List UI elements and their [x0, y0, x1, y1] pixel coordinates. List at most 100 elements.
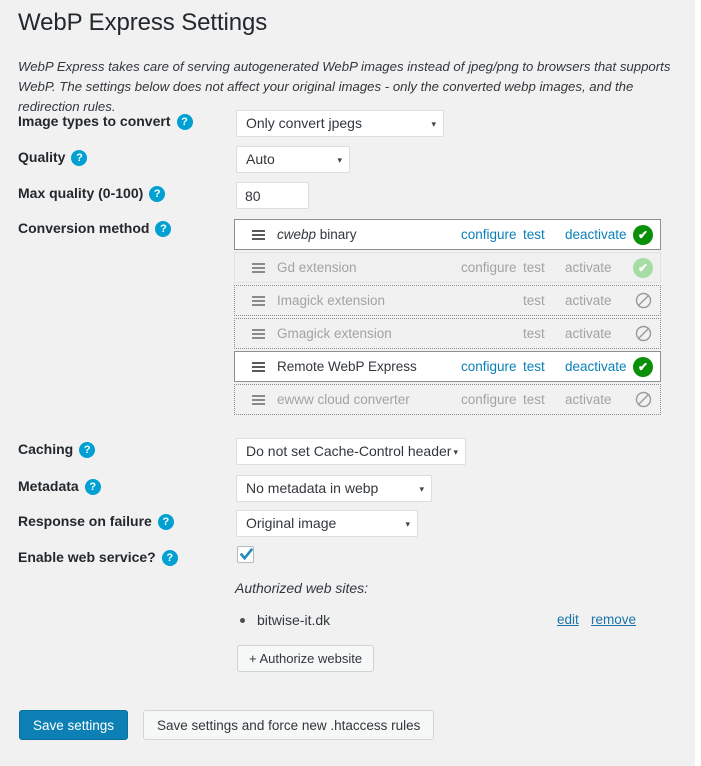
input-max-quality[interactable]: [236, 182, 309, 209]
page-right-gutter: [695, 0, 701, 766]
label-caching: Caching?: [18, 441, 96, 458]
activate-link: activate: [565, 293, 612, 308]
conversion-method-actions: test activate: [461, 319, 630, 348]
authorized-site-name: bitwise-it.dk: [257, 612, 331, 628]
label-response-on-failure-text: Response on failure: [18, 513, 152, 529]
label-caching-text: Caching: [18, 441, 74, 457]
help-icon-max-quality[interactable]: ?: [149, 186, 166, 202]
select-quality[interactable]: Auto ▾: [236, 146, 350, 173]
chevron-down-icon-quality: ▾: [337, 155, 342, 165]
page-title: WebP Express Settings: [18, 9, 268, 36]
help-icon-quality[interactable]: ?: [71, 150, 88, 166]
conversion-method-actions: configure test activate: [461, 385, 630, 414]
label-metadata: Metadata?: [18, 478, 101, 495]
conversion-method-list: cwebp binary configure test deactivate ✔ Gd e…: [234, 219, 661, 417]
status-blocked-icon: [633, 390, 653, 410]
deactivate-link[interactable]: deactivate: [565, 359, 630, 374]
select-metadata-value: No metadata in webp: [246, 480, 379, 496]
help-icon-caching[interactable]: ?: [79, 442, 96, 458]
select-caching-value: Do not set Cache-Control header: [246, 443, 452, 459]
chevron-down-icon-metadata: ▾: [419, 484, 424, 494]
status-blocked-icon: [633, 324, 653, 344]
activate-link: activate: [565, 260, 612, 275]
select-image-types[interactable]: Only convert jpegs ▾: [236, 110, 444, 137]
label-quality-text: Quality: [18, 149, 66, 165]
test-link: test: [523, 293, 545, 308]
help-icon-metadata[interactable]: ?: [84, 479, 101, 495]
conversion-method-actions: configure test deactivate: [461, 220, 630, 249]
conversion-method-actions: test activate: [461, 286, 630, 315]
label-conversion-method: Conversion method?: [18, 220, 172, 237]
help-icon-response-on-failure[interactable]: ?: [157, 514, 174, 530]
conversion-method-name: Imagick extension: [277, 293, 386, 308]
test-link: test: [523, 392, 545, 407]
drag-handle-icon[interactable]: [243, 262, 273, 273]
conversion-method-row[interactable]: Remote WebP Express configure test deactiva…: [234, 351, 661, 382]
select-response-on-failure[interactable]: Original image ▾: [236, 510, 418, 537]
select-image-types-value: Only convert jpegs: [246, 115, 362, 131]
select-caching[interactable]: Do not set Cache-Control header ▾: [236, 438, 466, 465]
conversion-method-name: Remote WebP Express: [277, 359, 417, 374]
test-link[interactable]: test: [523, 359, 565, 374]
label-quality: Quality?: [18, 149, 88, 166]
drag-handle-icon[interactable]: [243, 295, 273, 306]
configure-link[interactable]: configure: [461, 359, 523, 374]
save-settings-force-htaccess-button[interactable]: Save settings and force new .htaccess ru…: [143, 710, 435, 740]
status-active-icon: ✔: [633, 224, 653, 245]
remove-site-link[interactable]: remove: [591, 612, 636, 627]
select-response-on-failure-value: Original image: [246, 515, 337, 531]
help-icon-image-types[interactable]: ?: [176, 114, 193, 130]
drag-handle-icon[interactable]: [243, 361, 273, 372]
conversion-method-actions: configure test activate: [461, 253, 630, 282]
status-available-icon: ✔: [633, 257, 653, 278]
conversion-method-name: cwebp binary: [277, 227, 357, 242]
select-quality-value: Auto: [246, 151, 275, 167]
label-response-on-failure: Response on failure?: [18, 513, 174, 530]
conversion-method-actions: configure test deactivate: [461, 352, 630, 381]
label-max-quality-text: Max quality (0-100): [18, 185, 144, 201]
help-icon-enable-web-service[interactable]: ?: [161, 550, 178, 566]
checkbox-enable-web-service[interactable]: [237, 546, 254, 563]
authorize-website-button[interactable]: + Authorize website: [237, 645, 375, 672]
edit-site-link[interactable]: edit: [557, 612, 579, 627]
label-image-types-text: Image types to convert: [18, 113, 171, 129]
conversion-method-row[interactable]: Imagick extension test activate: [234, 285, 661, 316]
activate-link: activate: [565, 326, 612, 341]
conversion-method-row[interactable]: ewww cloud converter configure test activat…: [234, 384, 661, 415]
drag-handle-icon[interactable]: [243, 394, 273, 405]
label-enable-web-service-text: Enable web service?: [18, 549, 156, 565]
save-settings-button[interactable]: Save settings: [19, 710, 129, 740]
label-enable-web-service: Enable web service??: [18, 549, 178, 566]
activate-link: activate: [565, 392, 612, 407]
status-blocked-icon: [633, 291, 653, 311]
test-link: test: [523, 326, 545, 341]
configure-link: configure: [461, 260, 517, 275]
label-max-quality: Max quality (0-100)?: [18, 185, 166, 202]
label-image-types: Image types to convert?: [18, 113, 193, 130]
select-metadata[interactable]: No metadata in webp ▾: [236, 475, 432, 502]
drag-handle-icon[interactable]: [243, 328, 273, 339]
conversion-method-name: Gmagick extension: [277, 326, 392, 341]
chevron-down-icon-caching: ▾: [453, 447, 458, 457]
label-metadata-text: Metadata: [18, 478, 79, 494]
test-link: test: [523, 260, 545, 275]
conversion-method-row[interactable]: Gmagick extension test activate: [234, 318, 661, 349]
conversion-method-row[interactable]: Gd extension configure test activate ✔: [234, 252, 661, 283]
test-link[interactable]: test: [523, 227, 565, 242]
check-icon: [239, 547, 254, 561]
status-active-icon: ✔: [633, 356, 653, 377]
configure-link[interactable]: configure: [461, 227, 523, 242]
intro-description: WebP Express takes care of serving autog…: [18, 59, 671, 114]
chevron-down-icon-image-types: ▾: [431, 119, 436, 129]
chevron-down-icon-response-on-failure: ▾: [405, 519, 410, 529]
bullet-icon: [240, 618, 245, 623]
label-conversion-method-text: Conversion method: [18, 220, 150, 236]
help-icon-conversion-method[interactable]: ?: [155, 221, 172, 237]
settings-page: WebP Express Settings WebP Express takes…: [0, 0, 701, 766]
conversion-method-name: ewww cloud converter: [277, 392, 410, 407]
conversion-method-row[interactable]: cwebp binary configure test deactivate ✔: [234, 219, 661, 250]
conversion-method-name: Gd extension: [277, 260, 357, 275]
deactivate-link[interactable]: deactivate: [565, 227, 630, 242]
configure-link: configure: [461, 392, 517, 407]
drag-handle-icon[interactable]: [243, 229, 273, 240]
